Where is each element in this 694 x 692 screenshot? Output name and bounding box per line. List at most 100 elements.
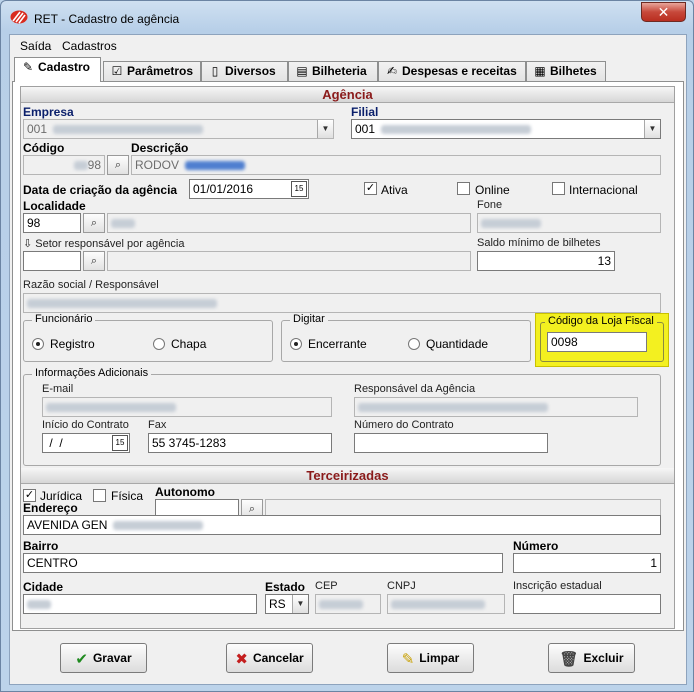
notepad-icon: ▦ [534,64,546,78]
tab-bar: ✎ Cadastro ☑ Parâmetros ▯ Diversos ▤ Bilhete… [10,57,686,83]
responsavel-field[interactable] [354,397,638,417]
filial-select[interactable]: 001 ▼ [351,119,661,139]
check-mark-icon: ✓ [24,489,35,501]
inicio-contrato-field[interactable]: / / 15 [42,433,130,453]
localidade-descricao-field[interactable] [107,213,471,233]
funcionario-group: Funcionário Registro Chapa [23,313,273,362]
estado-label: Estado [265,580,306,594]
quantidade-label: Quantidade [426,337,489,351]
empresa-label: Empresa [23,105,74,119]
close-button[interactable]: ✕ [641,2,686,22]
saldo-label: Saldo mínimo de bilhetes [477,237,601,249]
binoculars-icon: ⌕ [114,159,122,171]
search-codigo-button[interactable]: ⌕ [107,155,129,175]
internacional-checkbox[interactable] [552,182,565,195]
cep-field[interactable] [315,594,381,614]
bairro-field[interactable]: CENTRO [23,553,503,573]
excluir-button[interactable]: 🗑 Excluir [548,643,635,673]
descricao-value: RODOV [135,158,180,172]
cnpj-field[interactable] [387,594,505,614]
calendar-icon[interactable]: 15 [112,435,128,451]
redacted-text [73,161,88,171]
descricao-field[interactable]: RODOV [131,155,661,175]
menu-cadastros[interactable]: Cadastros [62,39,117,53]
cidade-field[interactable] [23,594,257,614]
excluir-label: Excluir [583,651,624,665]
fisica-checkbox[interactable] [93,489,106,502]
tab-label: Diversos [225,64,276,78]
endereco-field[interactable]: AVENIDA GEN [23,515,661,535]
tab-despesas-receitas[interactable]: ✍ Despesas e receitas [378,61,526,81]
redacted-text [111,219,135,229]
client-area: Saída Cadastros ✎ Cadastro ☑ Parâmetros ▯ D… [9,34,687,685]
tab-diversos[interactable]: ▯ Diversos [201,61,288,81]
numero-contrato-field[interactable] [354,433,548,453]
online-checkbox[interactable] [457,182,470,195]
fax-label: Fax [148,419,167,431]
loja-fiscal-field[interactable]: 0098 [547,332,647,352]
tab-cadastro[interactable]: ✎ Cadastro [14,57,101,82]
saldo-value: 13 [597,254,611,268]
redacted-text [53,125,204,135]
info-adicionais-title: Informações Adicionais [32,367,152,379]
numero-label: Número [513,539,559,553]
chapa-radio[interactable] [153,338,165,350]
page-icon: ▯ [211,64,219,78]
estado-select[interactable]: RS ▼ [265,594,309,614]
tab-label: Parâmetros [127,64,194,78]
encerrante-radio[interactable] [290,338,302,350]
ativa-checkbox[interactable]: ✓ [364,182,377,195]
codigo-field[interactable]: 98 [23,155,105,175]
fone-field[interactable] [477,213,661,233]
chevron-down-icon: ▼ [292,595,308,613]
internacional-label: Internacional [569,183,638,197]
check-icon: ✔ [75,651,88,668]
limpar-label: Limpar [419,651,460,665]
tab-bilheteria[interactable]: ▤ Bilheteria [288,61,378,81]
setor-field[interactable] [23,251,81,271]
tab-parametros[interactable]: ☑ Parâmetros [103,61,201,81]
saldo-field[interactable]: 13 [477,251,615,271]
calendar-icon[interactable]: 15 [291,181,307,197]
cancelar-button[interactable]: ✖ Cancelar [226,643,313,673]
gravar-label: Gravar [92,651,132,665]
limpar-button[interactable]: ✎ Limpar [387,643,474,673]
numero-value: 1 [650,556,657,570]
email-label: E-mail [42,383,74,395]
loja-fiscal-label: Código da Loja Fiscal [545,315,657,327]
inscricao-label: Inscrição estadual [513,580,602,592]
razao-field[interactable] [23,293,661,313]
descricao-label: Descrição [131,141,189,155]
chapa-label: Chapa [171,337,207,351]
registro-radio[interactable] [32,338,44,350]
tree-arrow-icon: ⇩ [23,238,33,250]
localidade-field[interactable]: 98 [23,213,81,233]
redacted-text [481,219,541,229]
inscricao-field[interactable] [513,594,661,614]
checkbox-icon: ☑ [111,64,123,78]
fax-field[interactable]: 55 3745-1283 [148,433,332,453]
email-field[interactable] [42,397,332,417]
quantidade-radio[interactable] [408,338,420,350]
search-setor-button[interactable]: ⌕ [83,251,105,271]
codigo-value: 98 [87,158,101,172]
empresa-select[interactable]: 001 ▼ [23,119,334,139]
filial-value: 001 [355,122,376,136]
cnpj-label: CNPJ [387,580,416,592]
redacted-text [319,600,363,610]
data-criacao-field[interactable]: 01/01/2016 15 [189,179,309,199]
tab-bilhetes[interactable]: ▦ Bilhetes [526,61,606,81]
endereco-label: Endereço [23,501,78,515]
chevron-down-icon: ▼ [317,120,333,138]
setor-descricao-field[interactable] [107,251,471,271]
inicio-contrato-label: Início do Contrato [42,419,129,431]
search-localidade-button[interactable]: ⌕ [83,213,105,233]
numero-field[interactable]: 1 [513,553,661,573]
redacted-text [113,521,204,531]
fone-label: Fone [477,199,503,211]
gravar-button[interactable]: ✔ Gravar [60,643,147,673]
redacted-text [27,299,217,309]
menu-saida[interactable]: Saída [20,39,51,53]
menu-bar: Saída Cadastros [10,35,686,55]
redacted-text [391,600,485,610]
